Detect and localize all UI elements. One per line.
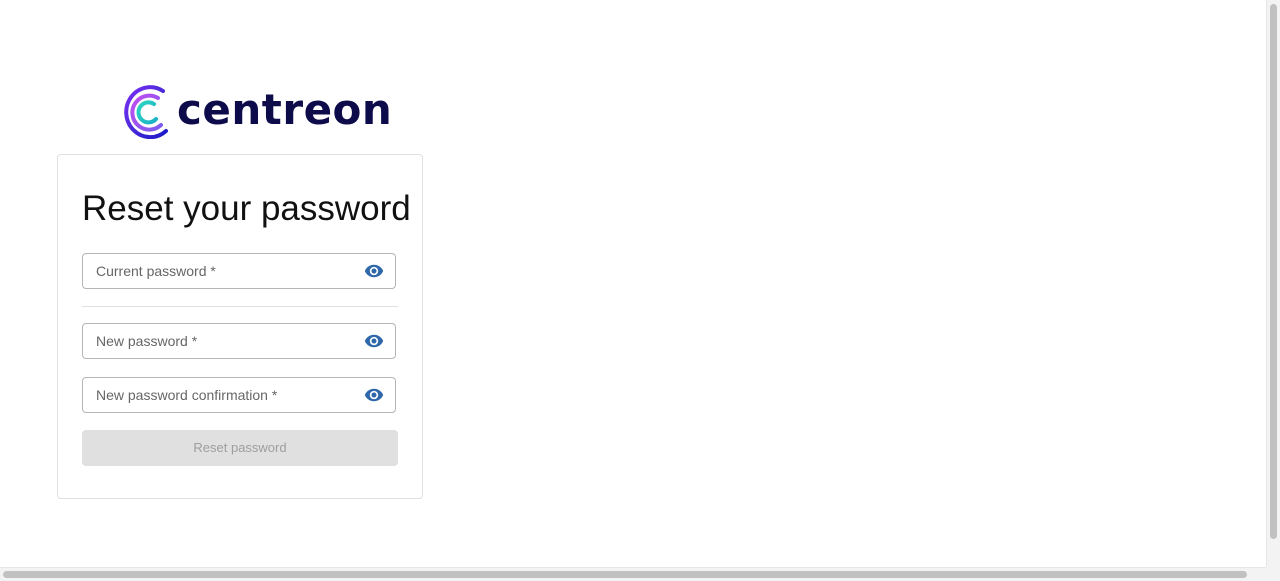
eye-icon[interactable] (362, 261, 386, 281)
new-password-label: New password * (96, 333, 198, 349)
current-password-label: Current password * (96, 263, 216, 279)
vertical-scrollbar[interactable] (1266, 0, 1280, 567)
reset-password-button[interactable]: Reset password (82, 430, 398, 466)
form-divider (82, 306, 398, 307)
reset-password-card: Reset your password Current password * N… (57, 154, 423, 499)
vertical-scrollbar-thumb[interactable] (1270, 4, 1277, 539)
new-password-confirmation-label: New password confirmation * (96, 387, 278, 403)
scrollbar-corner (1266, 567, 1280, 581)
horizontal-scrollbar-thumb[interactable] (3, 571, 1247, 578)
eye-icon[interactable] (362, 331, 386, 351)
new-password-field[interactable]: New password * (82, 323, 396, 359)
eye-icon[interactable] (362, 385, 386, 405)
horizontal-scrollbar[interactable] (0, 567, 1266, 581)
current-password-field[interactable]: Current password * (82, 253, 396, 289)
page-title: Reset your password (82, 189, 411, 228)
centreon-logo: centreon (120, 80, 392, 140)
brand-name: centreon (177, 85, 393, 134)
centreon-logo-icon (124, 85, 168, 139)
page: centreon Reset your password Current pas… (0, 0, 1266, 567)
new-password-confirmation-field[interactable]: New password confirmation * (82, 377, 396, 413)
